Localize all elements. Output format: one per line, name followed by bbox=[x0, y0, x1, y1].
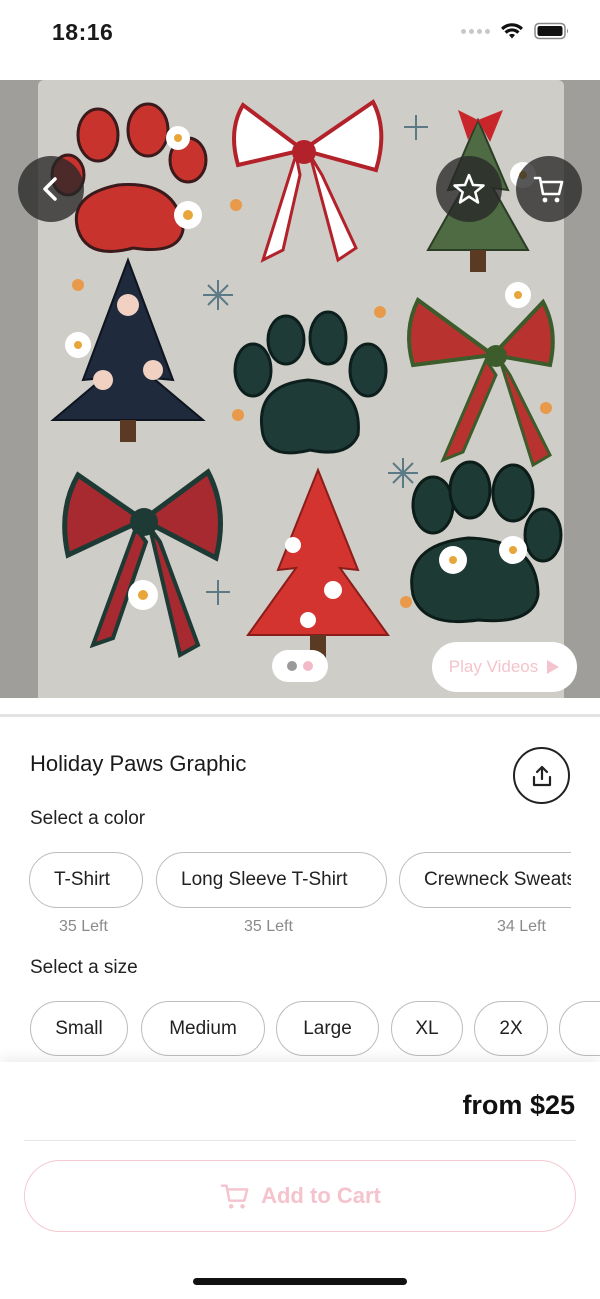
color-select-label: Select a color bbox=[30, 808, 146, 829]
size-option-large[interactable]: Large bbox=[276, 1001, 379, 1056]
checkered-bow-graphic bbox=[232, 99, 384, 263]
striped-bow-graphic bbox=[407, 282, 555, 468]
size-option-xl[interactable]: XL bbox=[391, 1001, 463, 1056]
add-to-cart-label: Add to Cart bbox=[261, 1183, 381, 1208]
status-time: 18:16 bbox=[52, 19, 114, 45]
stock-t-shirt: 35 Left bbox=[59, 918, 108, 935]
play-videos-button[interactable]: Play Videos bbox=[432, 642, 577, 692]
battery-icon bbox=[534, 22, 568, 40]
color-options-row[interactable]: T-Shirt Long Sleeve T-Shirt Crewneck Swe… bbox=[0, 852, 571, 912]
status-icons bbox=[461, 22, 570, 40]
pager-dot[interactable] bbox=[287, 661, 297, 671]
section-divider bbox=[0, 714, 600, 717]
red-tree-graphic bbox=[246, 467, 390, 659]
panel-divider bbox=[24, 1140, 576, 1141]
wifi-icon bbox=[501, 23, 523, 39]
stock-long-sleeve: 35 Left bbox=[244, 918, 293, 935]
favorite-button[interactable] bbox=[436, 156, 502, 222]
price-label: from $25 bbox=[462, 1090, 575, 1120]
teal-paw-graphic bbox=[233, 310, 388, 455]
product-image-carousel[interactable]: Play Videos bbox=[0, 80, 600, 698]
back-button[interactable] bbox=[18, 156, 84, 222]
size-options-row[interactable]: Small Medium Large XL 2X bbox=[0, 1001, 600, 1059]
home-indicator[interactable] bbox=[193, 1278, 407, 1285]
color-option-crewneck[interactable]: Crewneck Sweatshirt bbox=[399, 852, 571, 908]
size-option-small[interactable]: Small bbox=[30, 1001, 128, 1056]
cart-icon bbox=[220, 1184, 249, 1209]
product-title: Holiday Paws Graphic bbox=[30, 751, 247, 776]
status-bar: 18:16 bbox=[0, 0, 600, 80]
cart-button[interactable] bbox=[516, 156, 582, 222]
chevron-left-icon bbox=[43, 177, 57, 201]
size-option-overflow[interactable] bbox=[559, 1001, 600, 1056]
share-button[interactable] bbox=[513, 747, 570, 804]
carousel-pager bbox=[272, 650, 328, 682]
add-to-cart-button[interactable]: Add to Cart bbox=[24, 1160, 576, 1232]
purchase-panel: from $25 Add to Cart bbox=[0, 1062, 600, 1299]
play-triangle-icon bbox=[547, 660, 560, 674]
star-icon bbox=[453, 173, 485, 204]
cellular-dots-icon bbox=[461, 28, 490, 34]
stock-crewneck: 34 Left bbox=[497, 918, 546, 935]
color-option-long-sleeve[interactable]: Long Sleeve T-Shirt bbox=[156, 852, 387, 908]
play-videos-label: Play Videos bbox=[448, 657, 539, 676]
color-option-t-shirt[interactable]: T-Shirt bbox=[29, 852, 143, 908]
cart-icon bbox=[533, 176, 564, 203]
pager-dot-active[interactable] bbox=[303, 661, 313, 671]
size-select-label: Select a size bbox=[30, 957, 138, 978]
plaid-paw-graphic bbox=[410, 460, 563, 624]
plaid-bow-graphic bbox=[62, 468, 223, 659]
share-icon bbox=[532, 765, 551, 786]
size-option-medium[interactable]: Medium bbox=[141, 1001, 265, 1056]
size-option-2x[interactable]: 2X bbox=[474, 1001, 548, 1056]
